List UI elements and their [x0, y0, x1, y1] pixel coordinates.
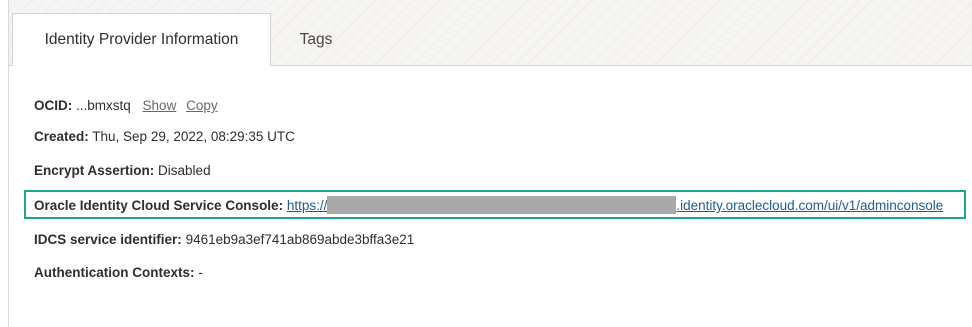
- console-url-prefix: https://: [286, 198, 328, 213]
- idcs-identifier-label: IDCS service identifier:: [34, 232, 182, 247]
- idcs-identifier-row: IDCS service identifier: 9461eb9a3ef741a…: [34, 231, 414, 249]
- created-row: Created: Thu, Sep 29, 2022, 08:29:35 UTC: [34, 128, 295, 146]
- console-url-suffix: .identity.oraclecloud.com/ui/v1/admincon…: [676, 198, 944, 213]
- auth-contexts-label: Authentication Contexts:: [34, 265, 195, 280]
- redacted-tenant-block: [327, 196, 677, 214]
- encrypt-assertion-row: Encrypt Assertion: Disabled: [34, 162, 211, 180]
- encrypt-assertion-value: Disabled: [158, 163, 211, 178]
- encrypt-assertion-label: Encrypt Assertion:: [34, 163, 155, 178]
- ocid-row: OCID: ...bmxstq Show Copy: [34, 97, 218, 115]
- console-label: Oracle Identity Cloud Service Console:: [34, 198, 284, 213]
- tab-label: Tags: [299, 30, 333, 48]
- console-url-link[interactable]: https:// .identity.oraclecloud.com/ui/v1/…: [286, 196, 944, 214]
- ocid-value: ...bmxstq: [76, 98, 131, 113]
- idcs-identifier-value: 9461eb9a3ef741ab869abde3bffa3e21: [185, 232, 415, 247]
- created-value: Thu, Sep 29, 2022, 08:29:35 UTC: [92, 129, 295, 144]
- console-row: Oracle Identity Cloud Service Console: h…: [34, 196, 943, 215]
- tab-identity-provider-information[interactable]: Identity Provider Information: [12, 13, 271, 66]
- ocid-label: OCID:: [34, 98, 73, 113]
- tab-label: Identity Provider Information: [44, 31, 239, 48]
- tab-tags[interactable]: Tags: [272, 13, 360, 66]
- ocid-copy-link[interactable]: Copy: [186, 98, 218, 113]
- created-label: Created:: [34, 129, 89, 144]
- ocid-show-link[interactable]: Show: [143, 98, 177, 113]
- active-tab-connector: [13, 65, 270, 66]
- auth-contexts-row: Authentication Contexts: -: [34, 264, 203, 282]
- identity-provider-panel: Identity Provider Information Tags OCID:…: [0, 0, 972, 327]
- auth-contexts-value: -: [198, 265, 203, 280]
